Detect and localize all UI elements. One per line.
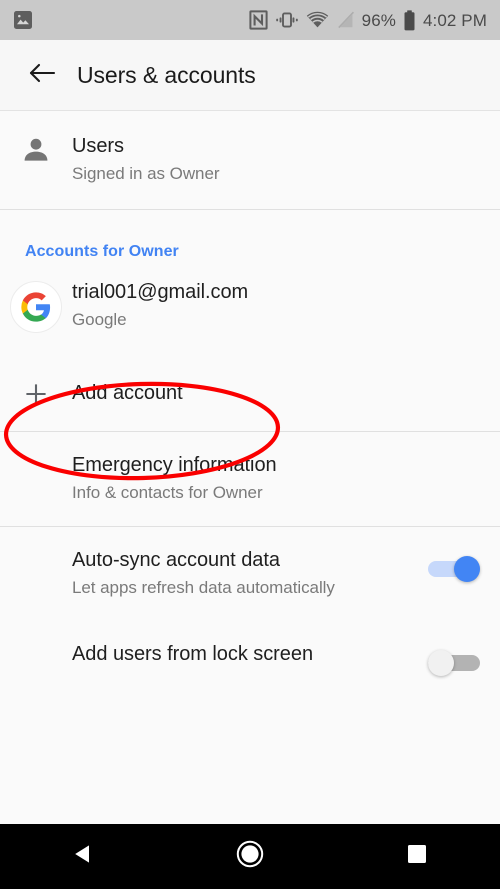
emergency-title: Emergency information [72, 454, 277, 476]
toggle-thumb [428, 650, 454, 676]
settings-row-lock-screen-body: Add users from lock screen [72, 641, 408, 667]
navigation-bar [0, 824, 500, 889]
google-logo-icon [10, 281, 62, 333]
clock-label: 4:02 PM [422, 10, 487, 30]
auto-sync-title: Auto-sync account data [72, 549, 280, 571]
google-account-avatar [0, 279, 72, 333]
battery-percent-label: 96% [361, 10, 396, 30]
status-bar-system-icons: 96% 4:02 PM [249, 9, 487, 31]
plus-icon [0, 380, 72, 406]
back-triangle-icon [70, 841, 96, 872]
emergency-subtitle: Info & contacts for Owner [72, 483, 263, 502]
page-title: Users & accounts [77, 61, 256, 88]
nav-back-button[interactable] [0, 824, 167, 889]
add-users-lock-screen-toggle[interactable] [428, 649, 480, 677]
settings-row-users-body: Users Signed in as Owner [72, 133, 500, 185]
settings-row-emergency-information[interactable]: Emergency information Info & contacts fo… [0, 432, 500, 526]
wifi-icon [306, 10, 329, 30]
toggle-thumb [454, 556, 480, 582]
signal-off-icon [336, 10, 355, 30]
settings-row-users[interactable]: Users Signed in as Owner [0, 111, 500, 209]
status-bar-notifications [13, 10, 33, 30]
battery-icon [403, 9, 416, 31]
back-button[interactable] [14, 61, 70, 90]
auto-sync-switch-holder [408, 547, 500, 583]
users-title: Users [72, 135, 124, 157]
auto-sync-toggle[interactable] [428, 555, 480, 583]
nfc-icon [249, 10, 268, 30]
add-account-label: Add account [72, 382, 183, 404]
image-icon [13, 10, 33, 30]
settings-row-auto-sync[interactable]: Auto-sync account data Let apps refresh … [0, 527, 500, 621]
settings-list: Users Signed in as Owner Accounts for Ow… [0, 110, 500, 824]
home-circle-icon [235, 839, 265, 874]
lock-screen-title: Add users from lock screen [72, 643, 314, 665]
settings-row-google-account[interactable]: trial001@gmail.com Google [0, 271, 500, 357]
account-email: trial001@gmail.com [72, 281, 249, 303]
auto-sync-icon-placeholder [0, 547, 72, 549]
lock-screen-switch-holder [408, 641, 500, 677]
back-arrow-icon [28, 61, 56, 90]
settings-row-google-account-body: trial001@gmail.com Google [72, 279, 500, 331]
settings-row-add-account[interactable]: Add account [0, 357, 500, 431]
section-header-accounts: Accounts for Owner [25, 243, 179, 260]
android-screen: 96% 4:02 PM Users & accounts Users Signe… [0, 0, 500, 889]
settings-row-auto-sync-body: Auto-sync account data Let apps refresh … [72, 547, 408, 599]
person-icon [0, 133, 72, 165]
recents-square-icon [405, 842, 429, 871]
lock-screen-icon-placeholder [0, 641, 72, 643]
account-provider: Google [72, 310, 127, 329]
nav-home-button[interactable] [167, 824, 334, 889]
vibrate-icon [275, 10, 299, 30]
emergency-icon-placeholder [0, 452, 72, 454]
action-bar: Users & accounts [0, 40, 500, 110]
settings-row-add-users-lock-screen[interactable]: Add users from lock screen [0, 621, 500, 699]
status-bar: 96% 4:02 PM [0, 0, 500, 40]
settings-row-emergency-body: Emergency information Info & contacts fo… [72, 452, 500, 504]
auto-sync-subtitle: Let apps refresh data automatically [72, 578, 335, 597]
users-subtitle: Signed in as Owner [72, 164, 220, 183]
settings-row-add-account-body: Add account [72, 379, 500, 407]
nav-recents-button[interactable] [333, 824, 500, 889]
